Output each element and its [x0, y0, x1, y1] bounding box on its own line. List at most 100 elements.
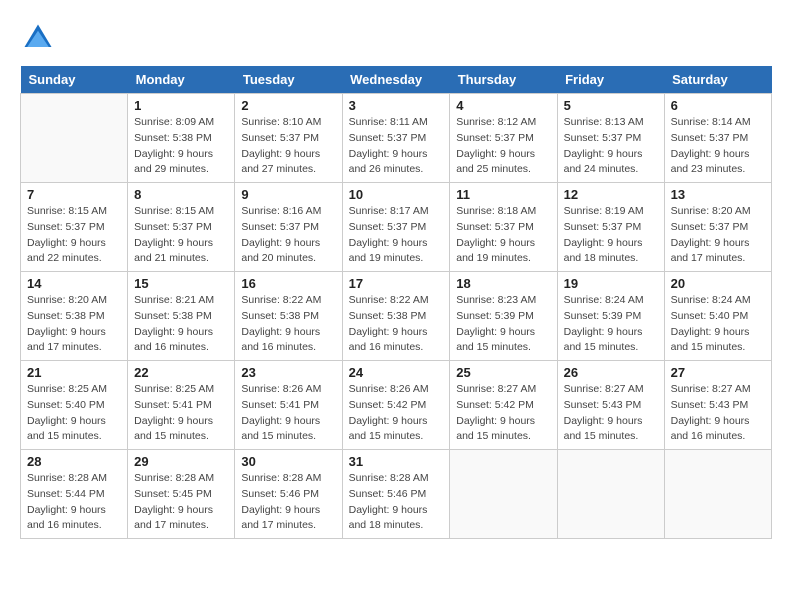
calendar-cell [21, 94, 128, 183]
day-info: Sunrise: 8:27 AMSunset: 5:43 PMDaylight:… [564, 382, 658, 445]
calendar-cell: 15 Sunrise: 8:21 AMSunset: 5:38 PMDayligh… [128, 272, 235, 361]
calendar-week-row: 7 Sunrise: 8:15 AMSunset: 5:37 PMDaylight… [21, 183, 772, 272]
column-header-tuesday: Tuesday [235, 66, 342, 94]
calendar-cell: 21Sunrise: 8:25 AMSunset: 5:40 PMDayligh… [21, 361, 128, 450]
day-number: 31 [349, 454, 444, 469]
page-header [20, 20, 772, 56]
calendar-cell: 24 Sunrise: 8:26 AMSunset: 5:42 PMDayligh… [342, 361, 450, 450]
day-info: Sunrise: 8:23 AMSunset: 5:39 PMDaylight:… [456, 293, 550, 356]
day-number: 4 [456, 98, 550, 113]
calendar-cell [450, 450, 557, 539]
day-number: 22 [134, 365, 228, 380]
day-info: Sunrise: 8:24 AMSunset: 5:39 PMDaylight:… [564, 293, 658, 356]
calendar-cell: 23 Sunrise: 8:26 AMSunset: 5:41 PMDayligh… [235, 361, 342, 450]
day-number: 9 [241, 187, 335, 202]
day-info: Sunrise: 8:17 AMSunset: 5:37 PMDaylight:… [349, 204, 444, 267]
day-info: Sunrise: 8:14 AMSunset: 5:37 PMDaylight:… [671, 115, 765, 178]
day-info: Sunrise: 8:25 AMSunset: 5:41 PMDaylight:… [134, 382, 228, 445]
day-info: Sunrise: 8:28 AMSunset: 5:46 PMDaylight:… [241, 471, 335, 534]
day-number: 16 [241, 276, 335, 291]
calendar-cell: 16 Sunrise: 8:22 AMSunset: 5:38 PMDayligh… [235, 272, 342, 361]
day-info: Sunrise: 8:21 AMSunset: 5:38 PMDaylight:… [134, 293, 228, 356]
calendar-cell: 18 Sunrise: 8:23 AMSunset: 5:39 PMDayligh… [450, 272, 557, 361]
day-info: Sunrise: 8:20 AMSunset: 5:38 PMDaylight:… [27, 293, 121, 356]
day-info: Sunrise: 8:28 AMSunset: 5:44 PMDaylight:… [27, 471, 121, 534]
day-info: Sunrise: 8:22 AMSunset: 5:38 PMDaylight:… [241, 293, 335, 356]
day-number: 2 [241, 98, 335, 113]
day-info: Sunrise: 8:18 AMSunset: 5:37 PMDaylight:… [456, 204, 550, 267]
calendar-cell: 28 Sunrise: 8:28 AMSunset: 5:44 PMDayligh… [21, 450, 128, 539]
day-number: 28 [27, 454, 121, 469]
day-info: Sunrise: 8:15 AMSunset: 5:37 PMDaylight:… [27, 204, 121, 267]
day-number: 7 [27, 187, 121, 202]
calendar-cell: 7 Sunrise: 8:15 AMSunset: 5:37 PMDaylight… [21, 183, 128, 272]
calendar-cell: 4 Sunrise: 8:12 AMSunset: 5:37 PMDaylight… [450, 94, 557, 183]
day-number: 18 [456, 276, 550, 291]
day-number: 29 [134, 454, 228, 469]
day-number: 1 [134, 98, 228, 113]
calendar-cell: 30Sunrise: 8:28 AMSunset: 5:46 PMDayligh… [235, 450, 342, 539]
day-info: Sunrise: 8:19 AMSunset: 5:37 PMDaylight:… [564, 204, 658, 267]
calendar-cell: 5 Sunrise: 8:13 AMSunset: 5:37 PMDaylight… [557, 94, 664, 183]
column-header-saturday: Saturday [664, 66, 771, 94]
day-info: Sunrise: 8:26 AMSunset: 5:42 PMDaylight:… [349, 382, 444, 445]
day-number: 10 [349, 187, 444, 202]
calendar-cell: 2 Sunrise: 8:10 AMSunset: 5:37 PMDaylight… [235, 94, 342, 183]
day-number: 20 [671, 276, 765, 291]
day-number: 23 [241, 365, 335, 380]
column-header-wednesday: Wednesday [342, 66, 450, 94]
day-info: Sunrise: 8:20 AMSunset: 5:37 PMDaylight:… [671, 204, 765, 267]
day-number: 17 [349, 276, 444, 291]
day-info: Sunrise: 8:28 AMSunset: 5:46 PMDaylight:… [349, 471, 444, 534]
column-header-monday: Monday [128, 66, 235, 94]
day-number: 14 [27, 276, 121, 291]
column-header-thursday: Thursday [450, 66, 557, 94]
calendar-cell: 29 Sunrise: 8:28 AMSunset: 5:45 PMDayligh… [128, 450, 235, 539]
day-number: 26 [564, 365, 658, 380]
day-info: Sunrise: 8:26 AMSunset: 5:41 PMDaylight:… [241, 382, 335, 445]
calendar-header-row: SundayMondayTuesdayWednesdayThursdayFrid… [21, 66, 772, 94]
calendar-cell: 17 Sunrise: 8:22 AMSunset: 5:38 PMDayligh… [342, 272, 450, 361]
logo [20, 20, 60, 56]
day-info: Sunrise: 8:27 AMSunset: 5:43 PMDaylight:… [671, 382, 765, 445]
day-info: Sunrise: 8:10 AMSunset: 5:37 PMDaylight:… [241, 115, 335, 178]
day-info: Sunrise: 8:11 AMSunset: 5:37 PMDaylight:… [349, 115, 444, 178]
calendar-cell [664, 450, 771, 539]
calendar-cell: 6Sunrise: 8:14 AMSunset: 5:37 PMDaylight… [664, 94, 771, 183]
calendar-cell: 10 Sunrise: 8:17 AMSunset: 5:37 PMDayligh… [342, 183, 450, 272]
calendar-cell: 19 Sunrise: 8:24 AMSunset: 5:39 PMDayligh… [557, 272, 664, 361]
day-info: Sunrise: 8:15 AMSunset: 5:37 PMDaylight:… [134, 204, 228, 267]
day-info: Sunrise: 8:13 AMSunset: 5:37 PMDaylight:… [564, 115, 658, 178]
day-number: 3 [349, 98, 444, 113]
calendar-cell: 1Sunrise: 8:09 AMSunset: 5:38 PMDaylight… [128, 94, 235, 183]
calendar-cell: 26 Sunrise: 8:27 AMSunset: 5:43 PMDayligh… [557, 361, 664, 450]
column-header-friday: Friday [557, 66, 664, 94]
day-info: Sunrise: 8:27 AMSunset: 5:42 PMDaylight:… [456, 382, 550, 445]
calendar-week-row: 28 Sunrise: 8:28 AMSunset: 5:44 PMDayligh… [21, 450, 772, 539]
calendar-cell: 20 Sunrise: 8:24 AMSunset: 5:40 PMDayligh… [664, 272, 771, 361]
calendar-cell: 13 Sunrise: 8:20 AMSunset: 5:37 PMDayligh… [664, 183, 771, 272]
day-info: Sunrise: 8:12 AMSunset: 5:37 PMDaylight:… [456, 115, 550, 178]
day-number: 21 [27, 365, 121, 380]
day-number: 27 [671, 365, 765, 380]
day-number: 24 [349, 365, 444, 380]
day-number: 15 [134, 276, 228, 291]
day-number: 13 [671, 187, 765, 202]
calendar-cell: 3 Sunrise: 8:11 AMSunset: 5:37 PMDaylight… [342, 94, 450, 183]
calendar-cell: 22 Sunrise: 8:25 AMSunset: 5:41 PMDayligh… [128, 361, 235, 450]
calendar-cell: 14 Sunrise: 8:20 AMSunset: 5:38 PMDayligh… [21, 272, 128, 361]
calendar-cell: 11 Sunrise: 8:18 AMSunset: 5:37 PMDayligh… [450, 183, 557, 272]
calendar-cell: 12 Sunrise: 8:19 AMSunset: 5:37 PMDayligh… [557, 183, 664, 272]
calendar-cell: 9Sunrise: 8:16 AMSunset: 5:37 PMDaylight… [235, 183, 342, 272]
day-info: Sunrise: 8:22 AMSunset: 5:38 PMDaylight:… [349, 293, 444, 356]
day-info: Sunrise: 8:24 AMSunset: 5:40 PMDaylight:… [671, 293, 765, 356]
calendar-cell: 31 Sunrise: 8:28 AMSunset: 5:46 PMDayligh… [342, 450, 450, 539]
day-number: 5 [564, 98, 658, 113]
day-number: 12 [564, 187, 658, 202]
day-number: 25 [456, 365, 550, 380]
calendar-week-row: 21Sunrise: 8:25 AMSunset: 5:40 PMDayligh… [21, 361, 772, 450]
day-number: 11 [456, 187, 550, 202]
day-number: 19 [564, 276, 658, 291]
logo-icon [20, 20, 56, 56]
day-info: Sunrise: 8:28 AMSunset: 5:45 PMDaylight:… [134, 471, 228, 534]
